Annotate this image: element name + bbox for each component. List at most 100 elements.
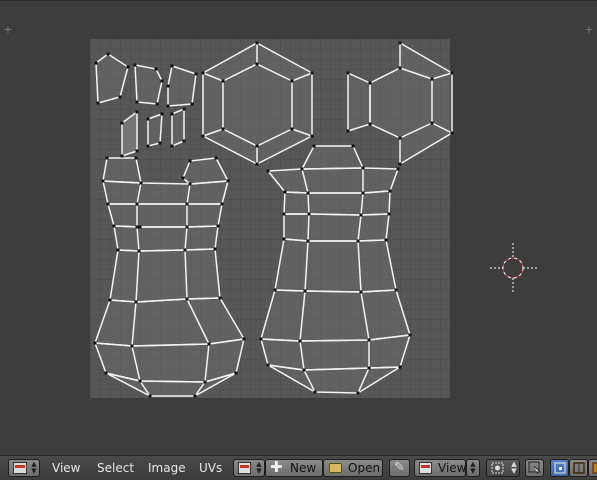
pin-image-button[interactable]: ✎ (389, 459, 410, 477)
uv-vertex[interactable] (218, 296, 222, 300)
uv-vertex[interactable] (193, 394, 197, 398)
uv-vertex[interactable] (203, 380, 207, 384)
uv-vertex[interactable] (182, 107, 186, 111)
uv-vertex[interactable] (394, 288, 398, 292)
menu-view[interactable]: View (52, 460, 80, 476)
uv-vertex[interactable] (273, 288, 277, 292)
uv-vertex[interactable] (306, 239, 310, 243)
edge-select-mode-button[interactable] (569, 459, 588, 477)
uv-vertex[interactable] (359, 290, 363, 294)
new-image-button[interactable]: ✚ New (265, 459, 323, 477)
uv-vertex[interactable] (126, 65, 130, 69)
uv-vertex[interactable] (130, 344, 134, 348)
uv-vertex[interactable] (116, 248, 120, 252)
uv-vertex[interactable] (185, 297, 189, 301)
uv-face[interactable] (275, 239, 396, 292)
uv-face[interactable] (172, 109, 184, 146)
uv-vertex[interactable] (346, 129, 350, 133)
uv-vertex[interactable] (220, 202, 224, 206)
uv-vertex[interactable] (303, 289, 307, 293)
uv-vertex[interactable] (155, 102, 159, 106)
uv-vertex[interactable] (146, 144, 150, 148)
uv-vertex[interactable] (207, 342, 211, 346)
view-mode-updown[interactable]: ▲ ▼ (466, 459, 480, 477)
uv-vertex[interactable] (368, 81, 372, 85)
uv-vertex[interactable] (356, 239, 360, 243)
uv-image-editor[interactable]: + + (0, 0, 597, 455)
uv-face[interactable] (284, 214, 389, 241)
uv-vertex[interactable] (283, 190, 287, 194)
uv-vertex[interactable] (398, 365, 402, 369)
uv-vertex[interactable] (387, 212, 391, 216)
uv-vertex[interactable] (356, 391, 360, 395)
uv-vertex[interactable] (112, 224, 116, 228)
editor-type-selector[interactable]: ▲ ▼ (8, 459, 40, 477)
uv-vertex[interactable] (158, 141, 162, 145)
uv-vertex[interactable] (255, 162, 259, 166)
uv-vertex[interactable] (282, 212, 286, 216)
uv-vertex[interactable] (430, 121, 434, 125)
uv-face[interactable] (261, 290, 410, 341)
uv-vertex[interactable] (138, 225, 142, 229)
uv-vertex[interactable] (221, 79, 225, 83)
uv-vertex[interactable] (166, 84, 170, 88)
uv-face[interactable] (110, 249, 220, 302)
uv-vertex[interactable] (181, 176, 185, 180)
uv-vertex[interactable] (105, 156, 109, 160)
uv-vertex[interactable] (148, 394, 152, 398)
uv-vertex[interactable] (310, 134, 314, 138)
uv-vertex[interactable] (135, 100, 139, 104)
uv-vertex[interactable] (298, 339, 302, 343)
uv-vertex[interactable] (255, 62, 259, 66)
uv-vertex[interactable] (266, 169, 270, 173)
uv-face[interactable] (103, 181, 228, 204)
uv-vertex[interactable] (134, 300, 138, 304)
uv-vertex[interactable] (120, 121, 124, 125)
uv-vertex[interactable] (138, 379, 142, 383)
uv-vertex[interactable] (368, 122, 372, 126)
uv-vertex[interactable] (388, 189, 392, 193)
uv-vertex[interactable] (135, 225, 139, 229)
uv-vertex[interactable] (185, 202, 189, 206)
uv-vertex[interactable] (396, 167, 400, 171)
uv-vertex[interactable] (214, 156, 218, 160)
uv-vertex[interactable] (170, 64, 174, 68)
uv-vertex[interactable] (106, 202, 110, 206)
uv-vertex[interactable] (101, 179, 105, 183)
uv-vertex[interactable] (346, 71, 350, 75)
uv-vertex[interactable] (398, 41, 402, 45)
uv-vertex[interactable] (160, 112, 164, 116)
menu-image[interactable]: Image (148, 460, 186, 476)
open-image-button[interactable]: Open (323, 459, 383, 477)
uv-vertex[interactable] (266, 363, 270, 367)
uv-face[interactable] (108, 204, 222, 227)
uv-vertex[interactable] (133, 63, 137, 67)
uv-face[interactable] (268, 168, 398, 193)
uv-vertex[interactable] (154, 67, 158, 71)
uv-vertex[interactable] (188, 159, 192, 163)
uv-vertex[interactable] (450, 131, 454, 135)
view-mode-dropdown[interactable]: View (414, 459, 466, 477)
uv-vertex[interactable] (188, 182, 192, 186)
uv-vertex[interactable] (120, 154, 124, 158)
uv-vertex[interactable] (367, 338, 371, 342)
uv-vertex[interactable] (170, 112, 174, 116)
uv-vertex[interactable] (190, 102, 194, 106)
uv-vertex[interactable] (183, 248, 187, 252)
uv-vertex[interactable] (450, 71, 454, 75)
menu-select[interactable]: Select (97, 460, 134, 476)
uv-vertex[interactable] (313, 390, 317, 394)
uv-vertex[interactable] (185, 225, 189, 229)
uv-vertex[interactable] (201, 71, 205, 75)
uv-vertex[interactable] (310, 71, 314, 75)
pivot-point-dropdown[interactable]: ▲ ▼ (486, 459, 520, 477)
menu-uvs[interactable]: UVs (199, 460, 222, 476)
uv-vertex[interactable] (94, 61, 98, 65)
uv-vertex[interactable] (290, 79, 294, 83)
uv-vertex[interactable] (312, 144, 316, 148)
uv-vertex[interactable] (306, 191, 310, 195)
uv-vertex[interactable] (216, 224, 220, 228)
uv-vertex[interactable] (259, 337, 263, 341)
uv-vertex[interactable] (398, 136, 402, 140)
uv-vertex[interactable] (146, 117, 150, 121)
